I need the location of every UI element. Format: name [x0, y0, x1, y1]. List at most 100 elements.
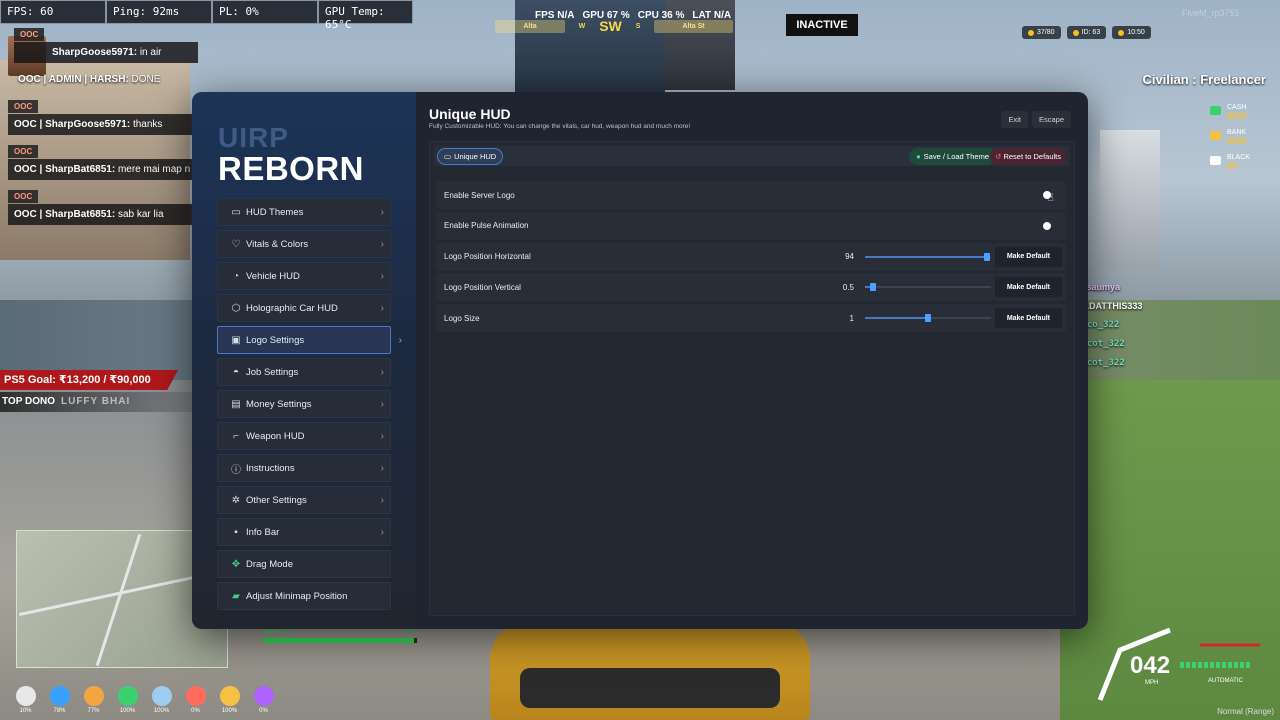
chat-author: OOC | ADMIN | HARSH:	[18, 74, 129, 85]
heart-icon: ♡	[231, 238, 241, 250]
setting-value: 1	[849, 313, 854, 323]
sidebar: UIRP REBORN ▭ HUD Themes › ♡ Vitals & Colors…	[192, 92, 416, 629]
sidebar-item-weapon-hud[interactable]: ⌐ Weapon HUD ›	[217, 422, 391, 450]
ooc-tag: OOC	[8, 145, 39, 158]
gun-icon: ⌐	[233, 430, 239, 442]
vital-indicator: 0%	[184, 686, 207, 714]
vital-icon	[253, 686, 274, 706]
setting-toggle[interactable]	[1042, 221, 1056, 231]
chevron-right-icon: ›	[380, 398, 384, 410]
sidebar-item-money-settings[interactable]: ▤ Money Settings ›	[217, 390, 391, 418]
settings-rows: Enable Server Logo ☝ Enable Pulse Animatio…	[436, 181, 1066, 335]
health-bar	[263, 638, 417, 643]
chevron-right-icon: ›	[380, 526, 384, 538]
top-donor-label: TOP DONO	[2, 396, 55, 407]
logo-main: REBORN	[218, 150, 365, 187]
chat-message: OOC | ADMIN | HARSH: DONE	[8, 69, 198, 90]
chat-message: OOC SharpGoose5971: in air	[8, 24, 198, 63]
chevron-right-icon: ›	[398, 334, 402, 346]
ooc-tag: OOC	[8, 190, 39, 203]
chat-message: OOC OOC | SharpGoose5971: thanks	[8, 96, 198, 135]
id-icon	[1072, 29, 1079, 36]
make-default-button[interactable]: Make Default	[994, 308, 1062, 329]
setting-slider[interactable]	[865, 314, 991, 323]
player-info: 37/80 ID: 63 10:50	[1022, 26, 1151, 39]
hand-cursor-icon: ☝	[1047, 192, 1054, 204]
slider-handle[interactable]	[984, 252, 991, 261]
ooc-tag: OOC	[8, 100, 39, 113]
main-content: Unique HUD Fully Customizable HUD: You c…	[429, 92, 1075, 629]
vital-percent: 100%	[153, 708, 170, 714]
chevron-right-icon: ›	[380, 302, 384, 314]
escape-button[interactable]: Escape	[1031, 111, 1071, 128]
cash-icon	[1210, 106, 1221, 115]
setting-slider[interactable]	[865, 252, 991, 261]
sidebar-item-hud-themes[interactable]: ▭ HUD Themes ›	[217, 198, 391, 226]
chat-author: SharpGoose5971:	[52, 47, 138, 58]
make-default-button[interactable]: Make Default	[994, 246, 1062, 267]
sidebar-item-vehicle-hud[interactable]: ◔ Vehicle HUD ›	[217, 262, 391, 290]
setting-label: Enable Pulse Animation	[444, 221, 529, 231]
setting-value: 94	[845, 252, 854, 262]
compass-south: S	[635, 22, 641, 30]
vital-indicator: 78%	[48, 686, 71, 714]
speed-unit: MPH	[1145, 680, 1159, 686]
save-load-theme-button[interactable]: ● Save / Load Theme	[909, 148, 996, 165]
money-icon: ▤	[231, 398, 241, 410]
sidebar-item-label: Logo Settings	[246, 334, 305, 346]
exit-button[interactable]: Exit	[1001, 111, 1028, 128]
clock-pill: 10:50	[1112, 26, 1151, 39]
monitor-icon: ▭	[444, 152, 452, 161]
sidebar-item-info-bar[interactable]: ▪ Info Bar ›	[217, 518, 391, 546]
sidebar-nav: ▭ HUD Themes › ♡ Vitals & Colors › ◔ Vehicle HU…	[217, 198, 402, 614]
vital-percent: 0%	[259, 708, 268, 714]
sidebar-item-other-settings[interactable]: ✲ Other Settings ›	[217, 486, 391, 514]
player-count: 37/80	[1037, 29, 1055, 36]
clock-time: 10:50	[1127, 29, 1145, 36]
sidebar-item-job-settings[interactable]: ◓ Job Settings ›	[217, 358, 391, 386]
window-buttons: Exit Escape	[1001, 111, 1071, 128]
sidebar-item-label: HUD Themes	[246, 206, 304, 218]
reset-defaults-button[interactable]: ↺ Reset to Defaults	[990, 148, 1066, 165]
vital-icon	[151, 686, 172, 706]
sidebar-item-adjust-minimap-position[interactable]: ▰ Adjust Minimap Position	[217, 582, 391, 610]
setting-slider[interactable]	[865, 283, 991, 292]
setting-label: Enable Server Logo	[444, 190, 515, 200]
player-name: oksaumya	[1076, 282, 1121, 292]
chat-body: sab kar lia	[115, 209, 164, 220]
slider-fill	[865, 317, 928, 320]
speedometer-arc	[1097, 627, 1260, 701]
vital-percent: 77%	[87, 708, 100, 714]
chevron-right-icon: ›	[380, 430, 384, 442]
minimap-road	[95, 533, 142, 667]
sidebar-item-label: Adjust Minimap Position	[246, 590, 348, 602]
chat-body: thanks	[130, 119, 163, 130]
cube-icon: ⬡	[231, 302, 241, 314]
slider-handle[interactable]	[869, 283, 876, 292]
tab-unique-hud[interactable]: ▭ Unique HUD	[437, 148, 504, 165]
make-default-button[interactable]: Make Default	[994, 277, 1062, 298]
chat-body: in air	[137, 47, 162, 58]
player-name: Ascot_322	[1076, 339, 1125, 349]
job-title: Civilian : Freelancer	[1142, 72, 1266, 87]
gpu-temp-readout: GPU Temp: 65°C	[318, 0, 413, 31]
money-cash: CASH $500	[1210, 104, 1280, 121]
chat-text: OOC | SharpBat6851: sab kar lia	[8, 204, 198, 225]
chat-body: mere mai map n	[115, 164, 191, 175]
vital-indicator: 100%	[116, 686, 139, 714]
sidebar-item-vitals-colors[interactable]: ♡ Vitals & Colors ›	[217, 230, 391, 258]
sidebar-item-instructions[interactable]: ⓘ Instructions ›	[217, 454, 391, 482]
page-subtitle: Fully Customizable HUD: You can change t…	[429, 123, 691, 130]
vital-icon	[49, 686, 70, 706]
chat-box: OOC SharpGoose5971: in air OOC | ADMIN |…	[8, 24, 198, 231]
vital-percent: 100%	[221, 708, 238, 714]
sidebar-item-drag-mode[interactable]: ✥ Drag Mode	[217, 550, 391, 578]
setting-row: Logo Position Vertical 0.5 Make Default	[436, 273, 1066, 302]
sidebar-item-logo-settings[interactable]: ▣ Logo Settings ›	[217, 326, 402, 354]
sidebar-item-label: Holographic Car HUD	[246, 302, 338, 314]
money-black: BLACK $0	[1210, 154, 1280, 171]
sidebar-item-holographic-car-hud[interactable]: ⬡ Holographic Car HUD ›	[217, 294, 391, 322]
settings-panel: UIRP REBORN ▭ HUD Themes › ♡ Vitals & Colors…	[192, 92, 1088, 629]
slider-handle[interactable]	[925, 314, 931, 323]
chat-text: OOC | SharpGoose5971: thanks	[8, 114, 198, 135]
